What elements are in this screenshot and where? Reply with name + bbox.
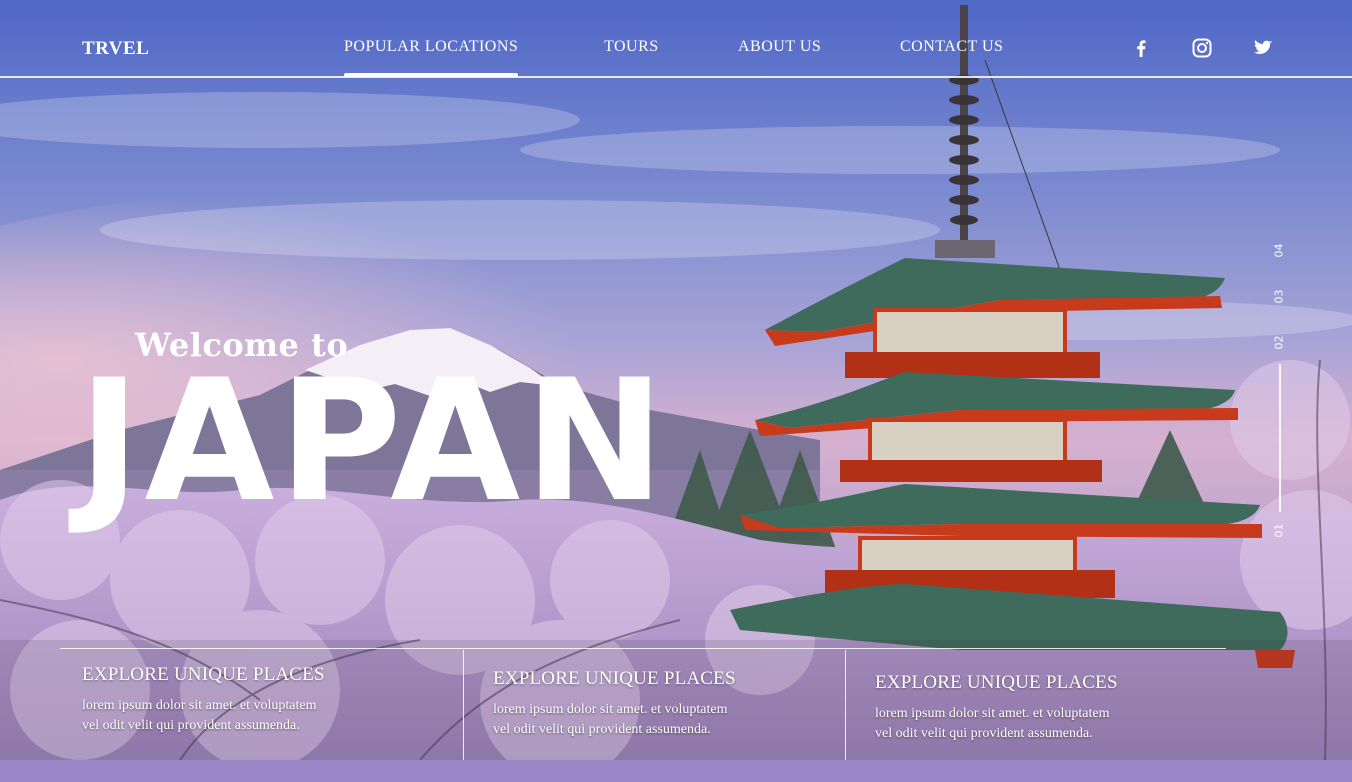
card-text-line: vel odit velit qui provident assumenda. bbox=[875, 726, 1093, 741]
card-text-line: vel odit velit qui provident assumenda. bbox=[493, 722, 711, 737]
pager-progress-line bbox=[1279, 364, 1281, 512]
hero-title: JAPAN bbox=[78, 343, 669, 539]
nav-divider bbox=[0, 76, 1352, 78]
instagram-icon[interactable] bbox=[1191, 37, 1213, 59]
pager-item-01[interactable]: 01 bbox=[1273, 524, 1286, 538]
slide-pager: 04 03 02 01 bbox=[1262, 236, 1302, 546]
nav-link-tours[interactable]: TOURS bbox=[604, 38, 659, 56]
card-text-line: lorem ipsum dolor sit amet. et voluptate… bbox=[82, 698, 317, 713]
card-text-line: vel odit velit qui provident assumenda. bbox=[82, 718, 300, 733]
card-text: lorem ipsum dolor sit amet. et voluptate… bbox=[82, 696, 432, 736]
nav-link-popular-locations[interactable]: POPULAR LOCATIONS bbox=[344, 38, 519, 77]
feature-card[interactable]: EXPLORE UNIQUE PLACES lorem ipsum dolor … bbox=[82, 664, 462, 774]
pager-item-02[interactable]: 02 bbox=[1273, 336, 1286, 350]
card-text: lorem ipsum dolor sit amet. et voluptate… bbox=[875, 704, 1225, 744]
twitter-icon[interactable] bbox=[1252, 37, 1274, 59]
top-navbar: TRVEL POPULAR LOCATIONS TOURS ABOUT US C… bbox=[0, 0, 1352, 78]
card-title: EXPLORE UNIQUE PLACES bbox=[82, 664, 325, 685]
card-text-line: lorem ipsum dolor sit amet. et voluptate… bbox=[875, 706, 1110, 721]
site-logo[interactable]: TRVEL bbox=[82, 38, 149, 60]
facebook-icon[interactable] bbox=[1130, 37, 1152, 59]
feature-card[interactable]: EXPLORE UNIQUE PLACES lorem ipsum dolor … bbox=[875, 672, 1255, 782]
card-title: EXPLORE UNIQUE PLACES bbox=[493, 668, 736, 689]
card-separator bbox=[463, 650, 464, 760]
pager-item-03[interactable]: 03 bbox=[1273, 290, 1286, 304]
pager-item-04[interactable]: 04 bbox=[1273, 244, 1286, 258]
card-text: lorem ipsum dolor sit amet. et voluptate… bbox=[493, 700, 843, 740]
card-separator bbox=[845, 650, 846, 760]
nav-link-about-us[interactable]: ABOUT US bbox=[738, 38, 821, 56]
cards-divider bbox=[60, 648, 1226, 649]
card-title: EXPLORE UNIQUE PLACES bbox=[875, 672, 1118, 693]
card-text-line: lorem ipsum dolor sit amet. et voluptate… bbox=[493, 702, 728, 717]
feature-card[interactable]: EXPLORE UNIQUE PLACES lorem ipsum dolor … bbox=[493, 668, 873, 778]
nav-link-contact-us[interactable]: CONTACT US bbox=[900, 38, 1003, 56]
